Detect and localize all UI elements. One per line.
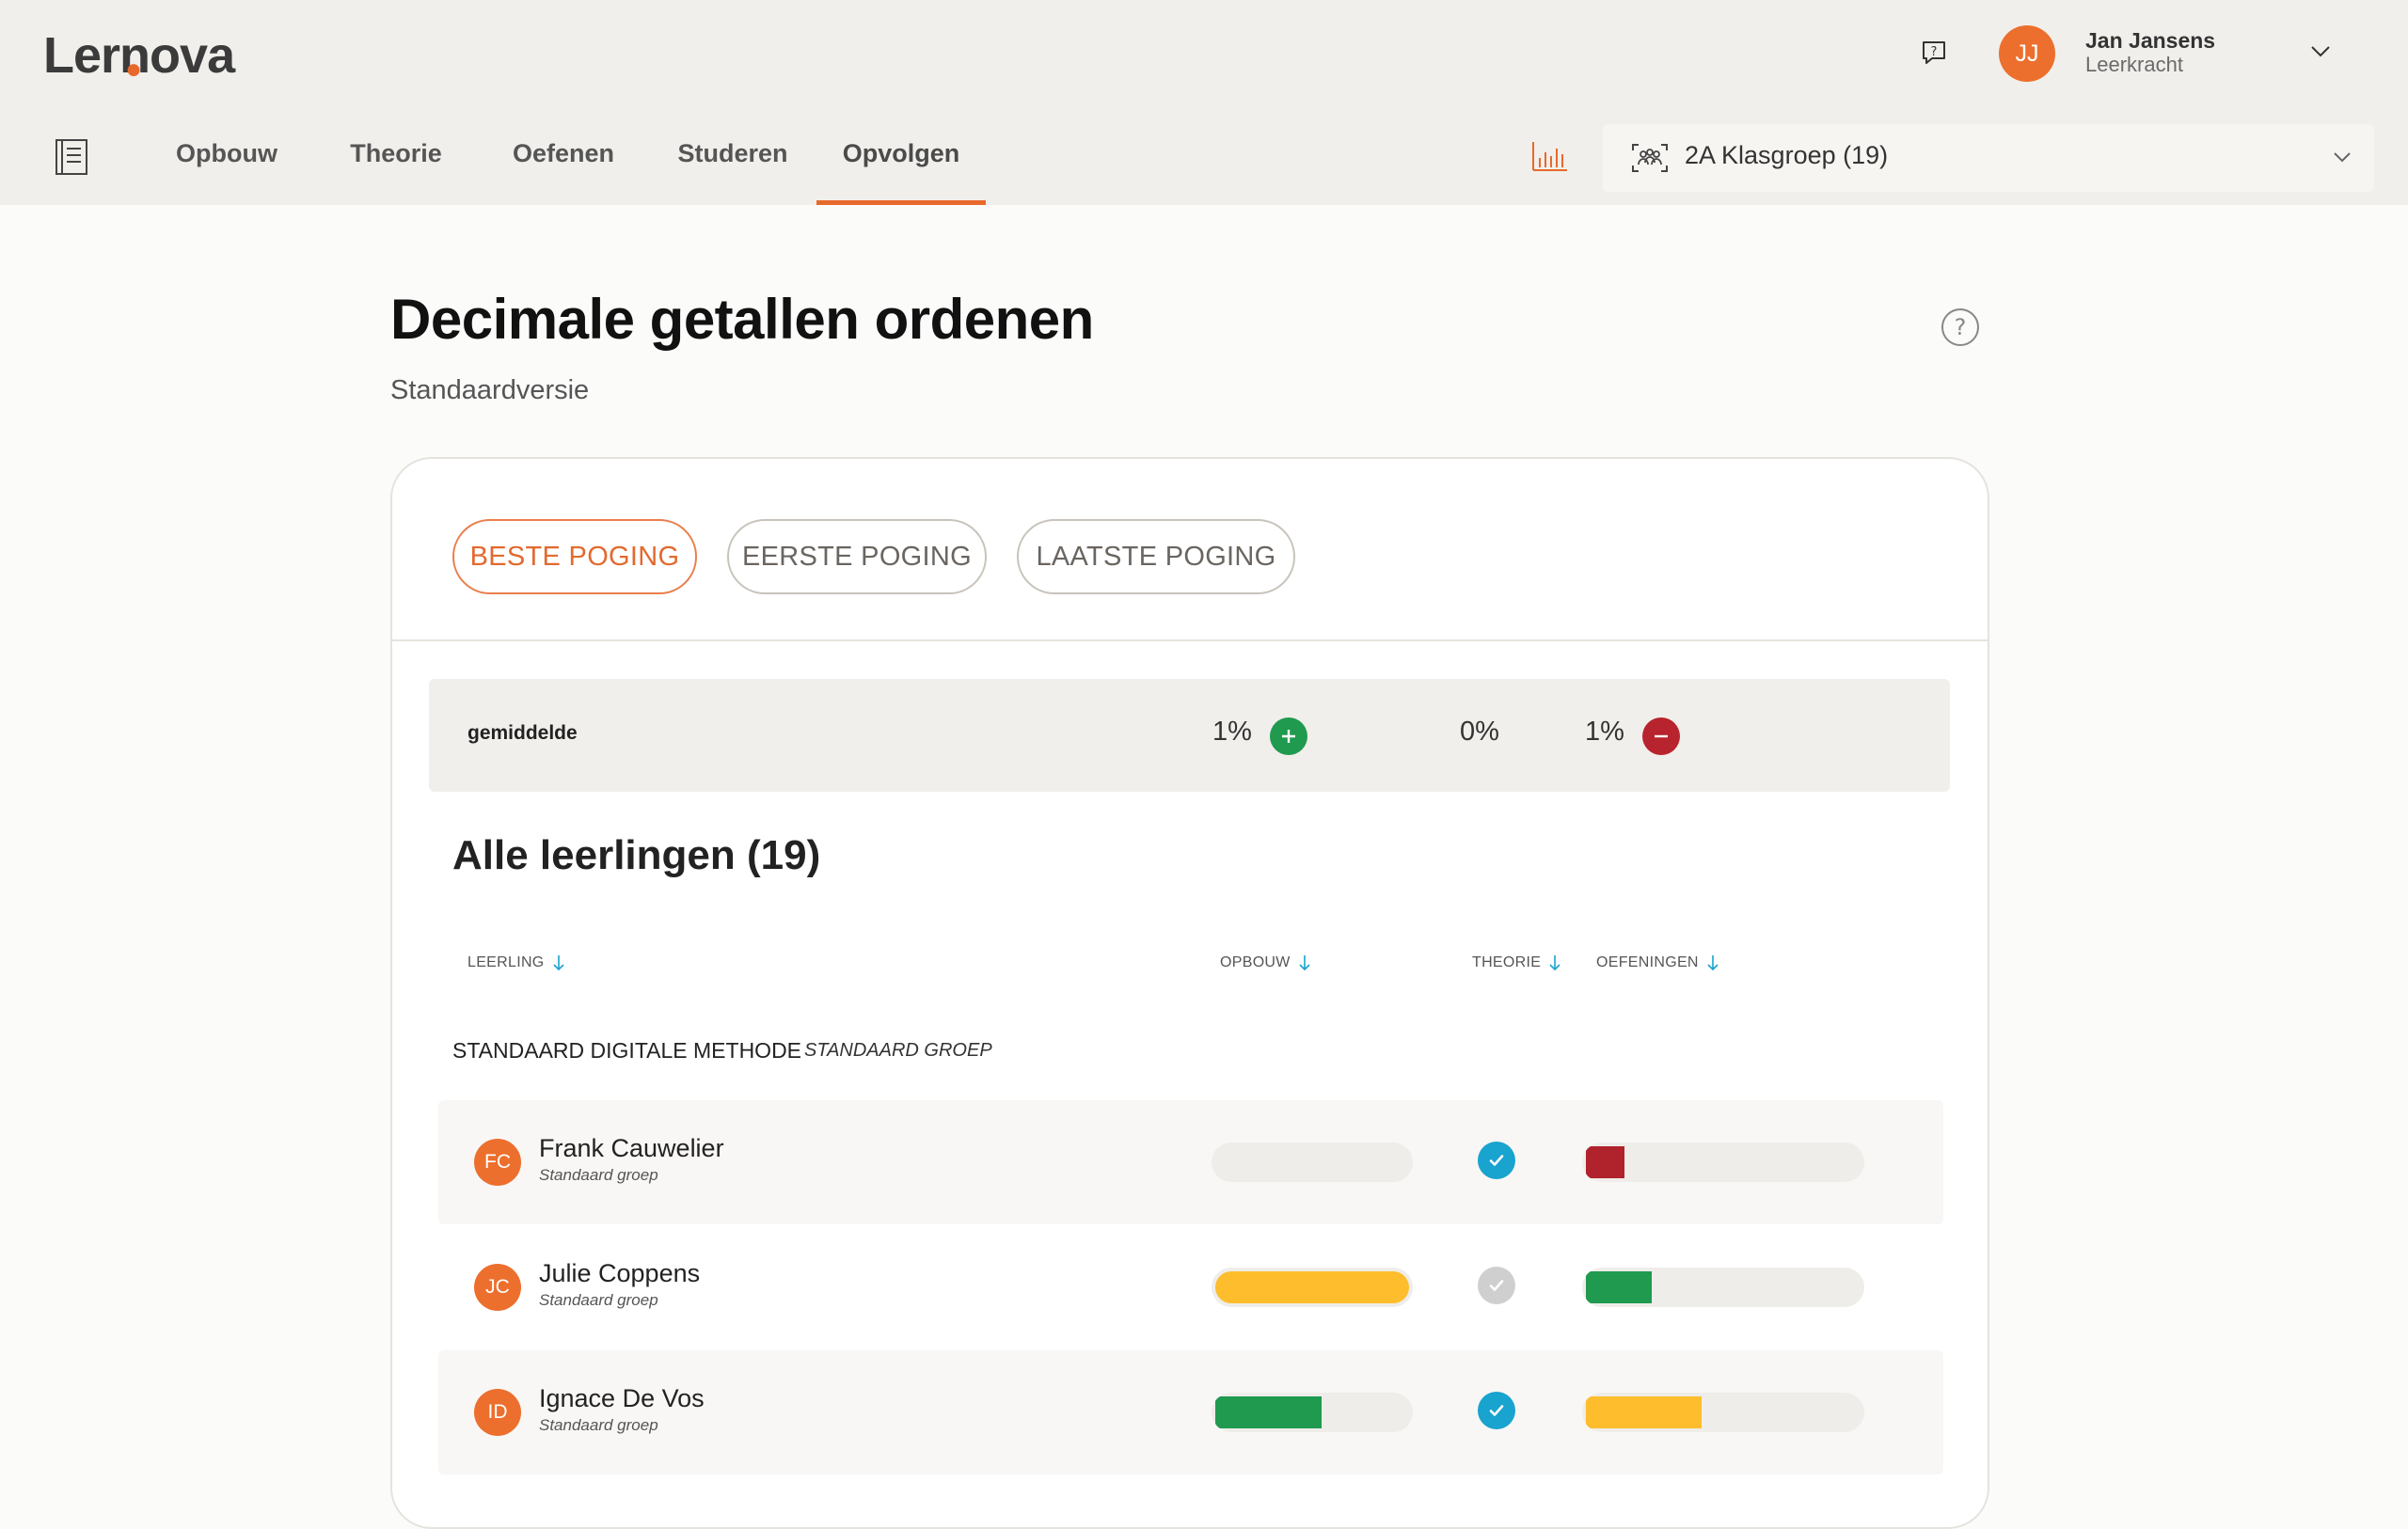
student-name[interactable]: Julie Coppens	[539, 1259, 700, 1288]
feedback-help-icon[interactable]: ?	[1919, 38, 1949, 68]
minus-icon[interactable]	[1642, 717, 1680, 755]
students-list-title: Alle leerlingen (19)	[452, 832, 821, 878]
student-group: Standaard groep	[539, 1291, 658, 1309]
svg-text:?: ?	[1955, 314, 1967, 340]
column-opbouw-sort[interactable]: OPBOUW	[1220, 954, 1311, 971]
chevron-down-icon	[2334, 152, 2351, 163]
opbouw-progress-fill	[1215, 1396, 1322, 1428]
oefeningen-progress-bar	[1582, 1393, 1864, 1432]
method-group-label: STANDAARD DIGITALE METHODE	[452, 1038, 802, 1063]
check-circle-icon	[1478, 1392, 1515, 1429]
student-avatar: FC	[474, 1139, 521, 1186]
oefeningen-progress-bar	[1582, 1143, 1864, 1182]
student-name[interactable]: Ignace De Vos	[539, 1384, 705, 1413]
app-logo[interactable]: Lern ● ova	[43, 26, 235, 85]
first-attempt-button[interactable]: EERSTE POGING	[727, 519, 987, 594]
average-oefeningen: 1%	[1585, 717, 1624, 747]
users-group-icon	[1632, 144, 1668, 172]
average-theorie: 0%	[1460, 717, 1499, 747]
user-role: Leerkracht	[2085, 53, 2183, 76]
book-icon[interactable]	[53, 137, 90, 177]
method-group-sub: STANDAARD GROEP	[804, 1040, 992, 1061]
class-group-label: 2A Klasgroep (19)	[1685, 141, 1889, 169]
arrow-down-icon	[1299, 955, 1310, 971]
average-label: gemiddelde	[467, 722, 578, 744]
student-name[interactable]: Frank Cauwelier	[539, 1134, 724, 1163]
column-leerling-label: LEERLING	[467, 954, 545, 970]
help-icon[interactable]: ?	[1940, 307, 1981, 348]
bar-chart-icon[interactable]	[1531, 139, 1569, 173]
arrow-down-icon	[1549, 955, 1560, 971]
page-title: Decimale getallen ordenen	[390, 288, 1094, 351]
check-circle-icon	[1478, 1142, 1515, 1179]
student-avatar: ID	[474, 1389, 521, 1436]
column-theorie-label: THEORIE	[1472, 954, 1542, 970]
column-oefeningen-label: OEFENINGEN	[1596, 954, 1699, 970]
class-group-select[interactable]: 2A Klasgroep (19)	[1603, 124, 2374, 192]
svg-text:?: ?	[1931, 45, 1938, 59]
column-leerling-sort[interactable]: LEERLING	[467, 954, 565, 971]
tab-studeren[interactable]: Studeren	[673, 132, 792, 205]
column-opbouw-label: OPBOUW	[1220, 954, 1291, 970]
user-name: Jan Jansens	[2085, 28, 2216, 53]
opbouw-progress-bar	[1212, 1143, 1413, 1182]
oefeningen-progress-fill	[1586, 1271, 1652, 1303]
oefeningen-progress-bar	[1582, 1268, 1864, 1307]
last-attempt-button[interactable]: LAATSTE POGING	[1017, 519, 1295, 594]
tab-opvolgen[interactable]: Opvolgen	[816, 132, 986, 205]
column-theorie-sort[interactable]: THEORIE	[1472, 954, 1561, 971]
student-group: Standaard groep	[539, 1166, 658, 1184]
check-circle-icon	[1478, 1267, 1515, 1304]
opbouw-progress-bar	[1212, 1268, 1413, 1307]
tab-oefenen[interactable]: Oefenen	[506, 132, 621, 205]
column-oefeningen-sort[interactable]: OEFENINGEN	[1596, 954, 1719, 971]
oefeningen-progress-fill	[1586, 1396, 1702, 1428]
opbouw-progress-bar	[1212, 1393, 1413, 1432]
plus-icon[interactable]	[1270, 717, 1307, 755]
arrow-down-icon	[1707, 955, 1719, 971]
best-attempt-button[interactable]: BESTE POGING	[452, 519, 697, 594]
opbouw-progress-fill	[1215, 1271, 1409, 1303]
tab-theorie[interactable]: Theorie	[339, 132, 453, 205]
average-opbouw: 1%	[1212, 717, 1252, 747]
student-group: Standaard groep	[539, 1416, 658, 1434]
tab-opbouw[interactable]: Opbouw	[169, 132, 284, 205]
card-divider	[392, 639, 1988, 641]
chevron-down-icon[interactable]	[2310, 45, 2331, 58]
arrow-down-icon	[552, 955, 564, 971]
oefeningen-progress-fill	[1586, 1146, 1624, 1178]
student-avatar: JC	[474, 1264, 521, 1311]
average-row	[429, 679, 1950, 792]
page-subtitle: Standaardversie	[390, 375, 590, 405]
user-avatar[interactable]: JJ	[1999, 25, 2055, 82]
